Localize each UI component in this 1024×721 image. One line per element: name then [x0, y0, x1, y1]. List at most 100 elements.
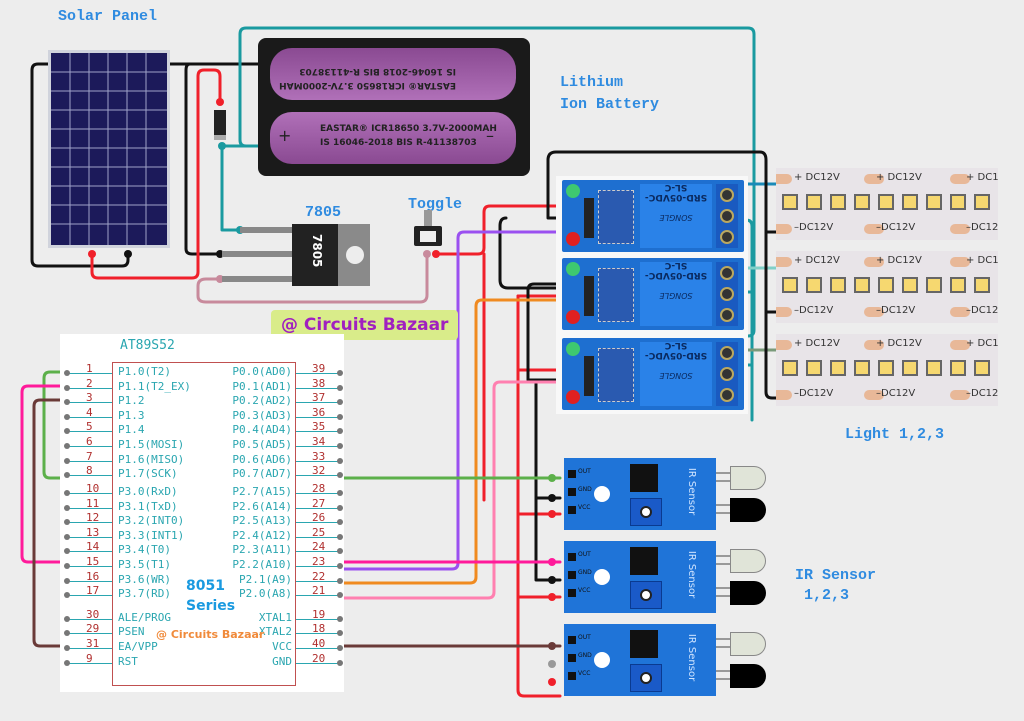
ir-pin-gnd[interactable] — [568, 488, 576, 496]
ir-pin-vcc[interactable] — [568, 672, 576, 680]
wire-p20-relay3 — [338, 380, 584, 600]
mcu-pin-terminal[interactable] — [64, 443, 70, 449]
relay-screw-terminal[interactable] — [720, 346, 734, 360]
mcu-pin-name: P1.5(MOSI) — [118, 438, 185, 451]
relay-screw-terminal[interactable] — [720, 188, 734, 202]
relay-screw-terminal[interactable] — [720, 308, 734, 322]
mcu-pin-terminal[interactable] — [337, 577, 343, 584]
mcu-pin-terminal[interactable] — [64, 384, 70, 391]
battery-cell-top: EASTAR® ICR18650 3.7V-2000MAH IS 16046-2… — [270, 48, 516, 100]
led-chip — [782, 277, 798, 293]
ir-pin-gnd[interactable] — [568, 654, 576, 662]
mcu-pin-terminal[interactable] — [337, 519, 343, 526]
regulator-body: 7805 — [292, 224, 338, 286]
ir-potentiometer[interactable] — [630, 664, 662, 692]
mcu-pin-number: 19 — [312, 608, 326, 621]
mcu-pin-terminal[interactable] — [64, 533, 70, 540]
mcu-pin-terminal[interactable] — [64, 504, 70, 511]
mcu-pin-terminal[interactable] — [337, 457, 343, 464]
mcu-pin-name: P2.0(A8) — [239, 587, 292, 601]
mcu-pin-terminal[interactable] — [337, 533, 343, 540]
mcu-pin-terminal[interactable] — [64, 577, 70, 584]
mcu-pin-name: P1.4 — [118, 423, 145, 437]
mcu-pin-name: VCC — [272, 640, 292, 653]
mcu-pin-terminal[interactable] — [337, 443, 343, 449]
mcu-pin-number: 20 — [312, 652, 326, 665]
mcu-pin-terminal[interactable] — [64, 519, 70, 526]
mcu-pin-terminal[interactable] — [64, 490, 70, 496]
relay-screw-terminal[interactable] — [720, 287, 734, 301]
mcu-pin-number: 7 — [86, 449, 93, 463]
mcu-pin-terminal[interactable] — [337, 592, 343, 599]
toggle-switch[interactable] — [414, 226, 442, 246]
solar-cells — [51, 53, 167, 245]
ir-pin-gnd[interactable] — [568, 571, 576, 579]
mcu-pin-terminal[interactable] — [64, 457, 70, 464]
ir-pin-out[interactable] — [568, 470, 576, 478]
led-strip-plus-label: + DC12V — [876, 255, 922, 266]
ir-pin-out[interactable] — [568, 553, 576, 561]
mcu-pin-terminal[interactable] — [64, 645, 70, 651]
mcu-pin-terminal[interactable] — [64, 630, 70, 636]
ir-pin-label: OUT — [578, 468, 591, 475]
mcu-pin-terminal[interactable] — [337, 490, 343, 496]
led-strip-minus-label: –DC12V — [876, 305, 916, 316]
mcu-pin-terminal[interactable] — [64, 370, 70, 376]
mcu-pin-number: 22 — [312, 569, 326, 583]
ir-led-lead — [716, 472, 730, 474]
led-strip-minus-label: –DC12V — [966, 388, 998, 399]
mcu-pin-terminal[interactable] — [337, 645, 343, 651]
ir-potentiometer[interactable] — [630, 498, 662, 526]
ir-pin-label: GND — [578, 652, 592, 659]
mcu-pin-number: 1 — [86, 362, 93, 375]
mcu-pin-terminal[interactable] — [337, 384, 343, 391]
regulator-heatsink — [338, 224, 370, 286]
mcu-pin-name: P2.4(A12) — [232, 528, 292, 542]
relay-header-pins — [584, 198, 594, 238]
mcu-pin-terminal[interactable] — [64, 413, 70, 420]
relay-body: SRD-05VDC-SL-C SONGLE — [640, 342, 712, 406]
mcu-pin-name: P1.3 — [118, 408, 145, 422]
ir-pin-vcc[interactable] — [568, 506, 576, 514]
ir-led-lead — [716, 678, 730, 680]
relay-screw-terminal[interactable] — [720, 209, 734, 223]
mcu-pin-terminal[interactable] — [64, 592, 70, 599]
mcu-pin-terminal[interactable] — [64, 660, 70, 666]
mcu-pin-terminal[interactable] — [337, 563, 343, 569]
mcu-pin-terminal[interactable] — [337, 616, 343, 622]
ir-pin-out[interactable] — [568, 636, 576, 644]
mcu-pin-terminal[interactable] — [64, 548, 70, 555]
mcu-pin-terminal[interactable] — [337, 370, 343, 376]
mcu-pin-terminal[interactable] — [64, 616, 70, 622]
relay-screw-terminal[interactable] — [720, 266, 734, 280]
ir-pin-vcc[interactable] — [568, 589, 576, 597]
mcu-pin-terminal[interactable] — [337, 472, 343, 479]
mcu-pin-terminal[interactable] — [337, 660, 343, 666]
wire-p21-relay2 — [338, 298, 584, 585]
mcu-pin-terminal[interactable] — [337, 548, 343, 555]
mcu-pin-terminal[interactable] — [337, 399, 343, 406]
mcu-pin-terminal[interactable] — [64, 563, 70, 569]
mcu-pin-terminal[interactable] — [337, 428, 343, 435]
ir-sensor-module: OUT GND VCC IR Sensor — [564, 541, 716, 613]
relay-screw-terminal[interactable] — [720, 367, 734, 381]
mcu-pin-terminal[interactable] — [337, 630, 343, 636]
mcu-pin-number: 9 — [86, 652, 93, 665]
mcu-pin-number: 6 — [86, 435, 93, 448]
mcu-pin-terminal[interactable] — [64, 472, 70, 479]
relay-screw-terminal[interactable] — [720, 388, 734, 402]
ir-led-lead — [716, 638, 730, 640]
mcu-pin-number: 30 — [86, 608, 100, 621]
mcu-pin-name: P0.6(AD6) — [232, 452, 292, 466]
mcu-pin-number: 35 — [312, 420, 326, 434]
ir-sensors-label: IR Sensor 1,2,3 — [795, 567, 877, 604]
mcu-pin-terminal[interactable] — [64, 399, 70, 406]
ir-potentiometer[interactable] — [630, 581, 662, 609]
mcu-pin-terminal[interactable] — [337, 504, 343, 511]
mcu-pin-terminal[interactable] — [64, 428, 70, 435]
relay-module: SRD-05VDC-SL-C SONGLE — [562, 258, 744, 330]
mcu-pin-name: PSEN — [118, 625, 145, 638]
mcu-pin-terminal[interactable] — [337, 413, 343, 420]
relay-screw-terminal[interactable] — [720, 230, 734, 244]
mcu-pin-name: P3.1(TxD) — [118, 499, 178, 513]
